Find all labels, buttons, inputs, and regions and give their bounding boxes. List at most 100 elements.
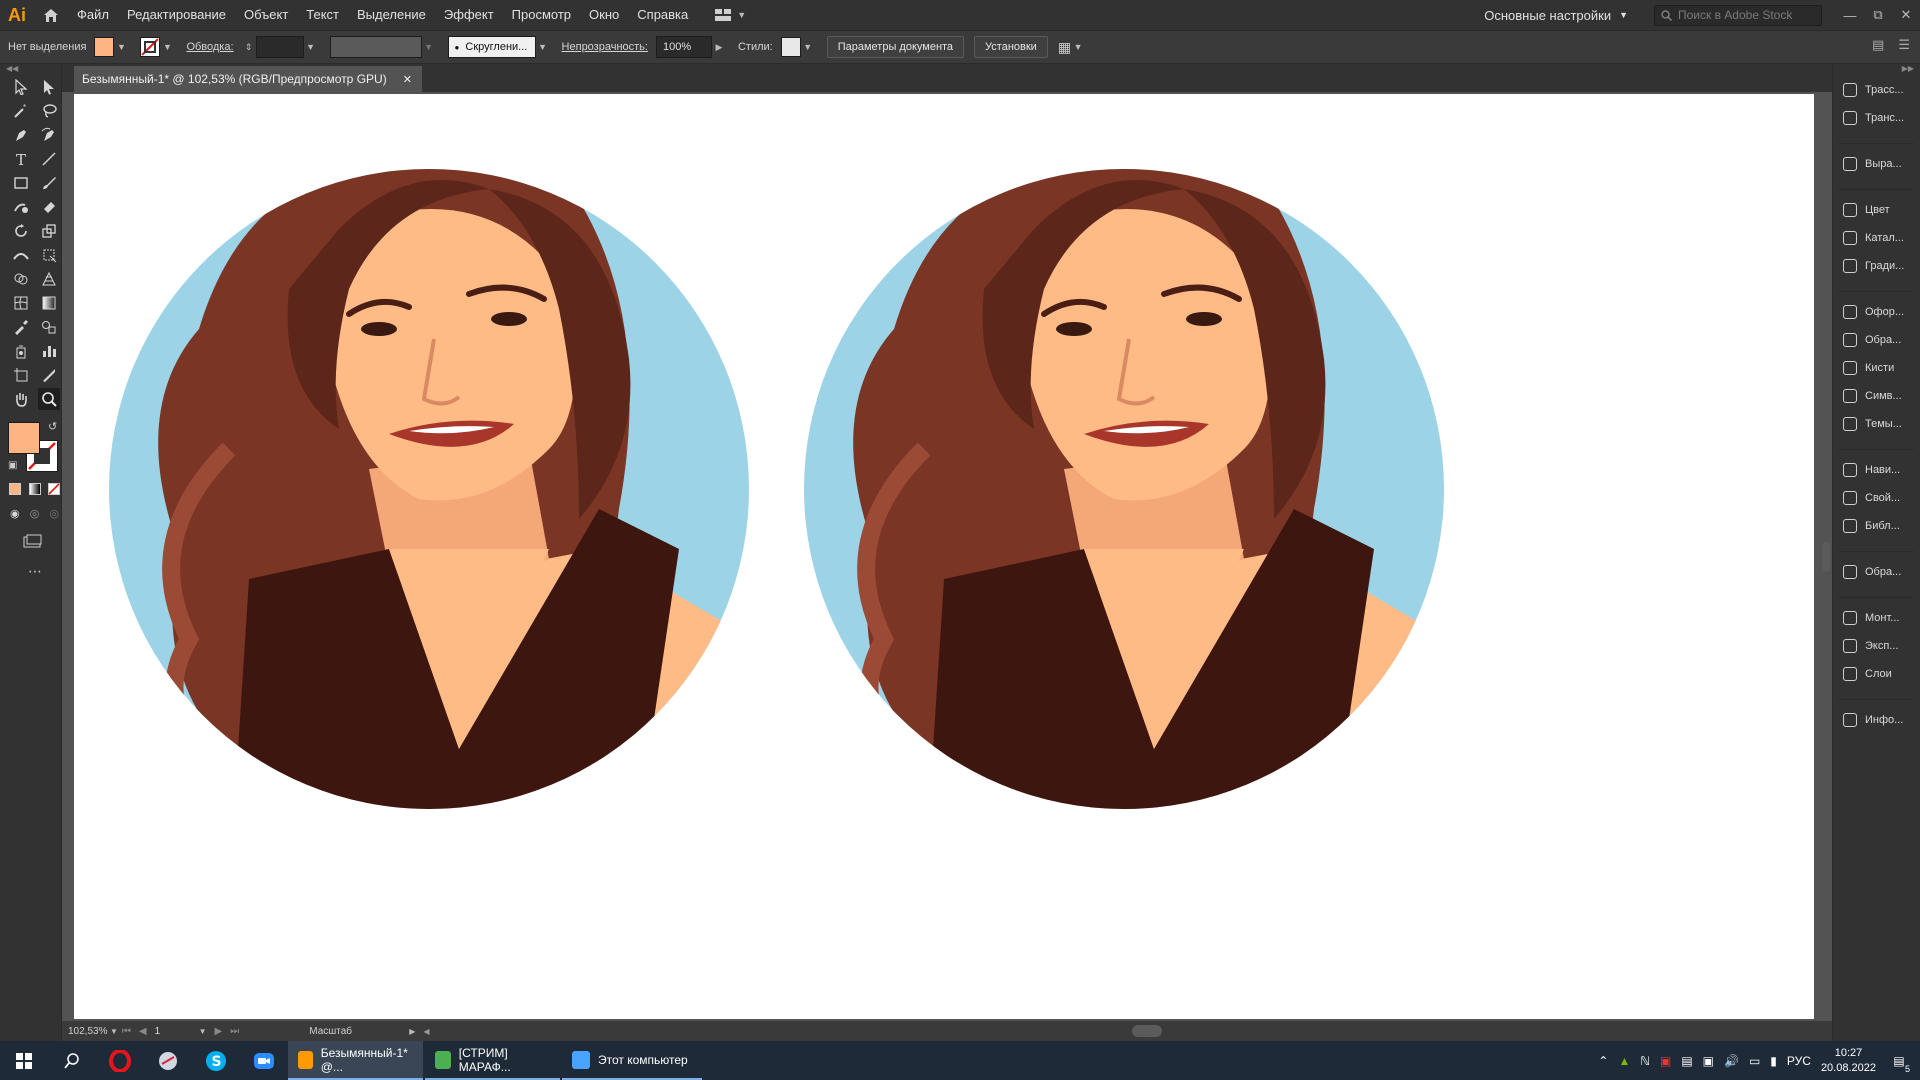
arrange-documents-button[interactable]: ▼ (715, 9, 746, 21)
arrange-panels-icon[interactable]: ▤ (1872, 37, 1884, 53)
chevron-down-icon[interactable]: ▼ (110, 1027, 118, 1036)
screen-mode-button[interactable] (22, 530, 44, 552)
tray-drive-icon[interactable]: ▤ (1681, 1054, 1692, 1068)
menu-select[interactable]: Выделение (348, 0, 435, 30)
close-button[interactable]: ✕ (1892, 0, 1920, 30)
menu-window[interactable]: Окно (580, 0, 628, 30)
draw-inside-button[interactable]: ◎ (47, 502, 61, 524)
eraser-tool[interactable] (38, 196, 60, 218)
volume-icon[interactable]: 🔊 (1724, 1054, 1739, 1068)
nvidia-icon[interactable]: ▲ (1618, 1054, 1630, 1068)
none-mode-button[interactable] (47, 478, 61, 500)
slice-tool[interactable] (38, 364, 60, 386)
start-button[interactable] (0, 1041, 48, 1080)
align-icon[interactable]: ▦ (1058, 39, 1071, 56)
fill-color-box[interactable] (8, 422, 40, 454)
chevron-down-icon[interactable]: ▼ (801, 42, 815, 52)
hand-tool[interactable] (10, 388, 32, 410)
tray-network-icon[interactable]: ▣ (1703, 1054, 1714, 1068)
shaper-tool[interactable] (10, 196, 32, 218)
taskbar-app-button[interactable]: Безымянный-1* @... (288, 1041, 423, 1080)
chevron-down-icon[interactable]: ▼ (160, 42, 174, 52)
skype-button[interactable]: S (192, 1041, 240, 1080)
menu-help[interactable]: Справка (628, 0, 697, 30)
current-tool-name[interactable]: Масштаб (309, 1026, 409, 1037)
menu-effect[interactable]: Эффект (435, 0, 503, 30)
panel-tab[interactable]: Эксп... (1833, 632, 1920, 660)
tray-app-icon[interactable]: ℕ (1640, 1054, 1650, 1068)
fill-swatch[interactable] (94, 37, 115, 57)
panel-dock-collapse[interactable]: ▶▶ (1833, 64, 1920, 76)
status-menu-arrow-icon[interactable]: ▶ (409, 1027, 415, 1036)
draw-behind-button[interactable]: ◎ (28, 502, 42, 524)
eyedropper-tool[interactable] (10, 316, 32, 338)
edit-toolbar-button[interactable]: ⋯ (24, 560, 46, 582)
clock[interactable]: 10:27 20.08.2022 (1821, 1046, 1876, 1076)
stroke-swatch[interactable] (140, 37, 161, 57)
pen-tool[interactable] (10, 124, 32, 146)
mesh-tool[interactable] (10, 292, 32, 314)
scroll-left-icon[interactable]: ◀ (423, 1027, 429, 1036)
display-icon[interactable]: ▭ (1749, 1054, 1760, 1068)
horizontal-scroll-thumb[interactable] (1132, 1025, 1162, 1037)
symbol-sprayer-tool[interactable] (10, 340, 32, 362)
horizontal-scrollbar[interactable] (512, 1025, 1812, 1037)
app-pinned-button[interactable] (144, 1041, 192, 1080)
variable-width-profile[interactable] (329, 36, 422, 58)
document-setup-button[interactable]: Параметры документа (826, 36, 965, 58)
panel-tab[interactable]: Катал... (1833, 224, 1920, 252)
line-tool[interactable] (38, 148, 60, 170)
selection-tool[interactable] (10, 76, 32, 98)
rectangle-tool[interactable] (10, 172, 32, 194)
gradient-mode-button[interactable] (28, 478, 42, 500)
vertical-scrollbar[interactable] (1820, 92, 1832, 1021)
chevron-down-icon[interactable]: ▼ (1071, 42, 1085, 52)
panel-tab[interactable]: Кисти (1833, 354, 1920, 382)
shape-builder-tool[interactable] (10, 268, 32, 290)
input-language[interactable]: РУС (1787, 1054, 1811, 1068)
stroke-weight-field[interactable] (255, 36, 304, 58)
restore-button[interactable]: ⧉ (1864, 0, 1892, 30)
opera-button[interactable] (96, 1041, 144, 1080)
zoom-tool[interactable] (38, 388, 60, 410)
menu-view[interactable]: Просмотр (503, 0, 580, 30)
menu-object[interactable]: Объект (235, 0, 297, 30)
menu-type[interactable]: Текст (297, 0, 348, 30)
panel-options-icon[interactable]: ☰ (1898, 37, 1910, 53)
paintbrush-tool[interactable] (38, 172, 60, 194)
zoom-level[interactable]: 102,53% (62, 1026, 110, 1037)
gradient-tool[interactable] (38, 292, 60, 314)
last-artboard-icon[interactable]: ⏭ (230, 1026, 239, 1037)
panel-tab[interactable]: Цвет (1833, 196, 1920, 224)
draw-normal-button[interactable]: ◉ (8, 502, 22, 524)
menu-file[interactable]: Файл (68, 0, 118, 30)
panel-tab[interactable]: Выра... (1833, 150, 1920, 178)
panel-tab[interactable]: Обра... (1833, 326, 1920, 354)
panel-tab[interactable]: Библ... (1833, 512, 1920, 540)
chevron-down-icon[interactable]: ▼ (199, 1027, 207, 1036)
direct-selection-tool[interactable] (38, 76, 60, 98)
lasso-tool[interactable] (38, 100, 60, 122)
brush-definition[interactable]: ● Скруглени... (447, 36, 536, 58)
panel-tab[interactable]: Транс... (1833, 104, 1920, 132)
taskbar-search-button[interactable] (48, 1041, 96, 1080)
first-artboard-icon[interactable]: ⏮ (122, 1026, 131, 1037)
zoom-app-button[interactable] (240, 1041, 288, 1080)
vertical-scroll-thumb[interactable] (1822, 542, 1830, 572)
panel-tab[interactable]: Темы... (1833, 410, 1920, 438)
portrait-right[interactable] (804, 120, 1464, 889)
perspective-grid-tool[interactable] (38, 268, 60, 290)
home-button[interactable] (34, 0, 68, 30)
type-tool[interactable]: T (10, 148, 32, 170)
chevron-down-icon[interactable]: ▼ (422, 42, 436, 52)
blend-tool[interactable] (38, 316, 60, 338)
curvature-tool[interactable] (38, 124, 60, 146)
panel-tab[interactable]: Обра... (1833, 558, 1920, 586)
stock-search-input[interactable]: Поиск в Adobe Stock (1654, 4, 1822, 26)
chevron-down-icon[interactable]: ▼ (304, 42, 318, 52)
toolbar-collapse[interactable]: ◀◀ (0, 64, 61, 76)
stroke-stepper[interactable]: ⇕ (242, 42, 256, 53)
scale-tool[interactable] (38, 220, 60, 242)
tray-security-icon[interactable]: ▣ (1660, 1054, 1671, 1068)
panel-tab[interactable]: Офор... (1833, 298, 1920, 326)
